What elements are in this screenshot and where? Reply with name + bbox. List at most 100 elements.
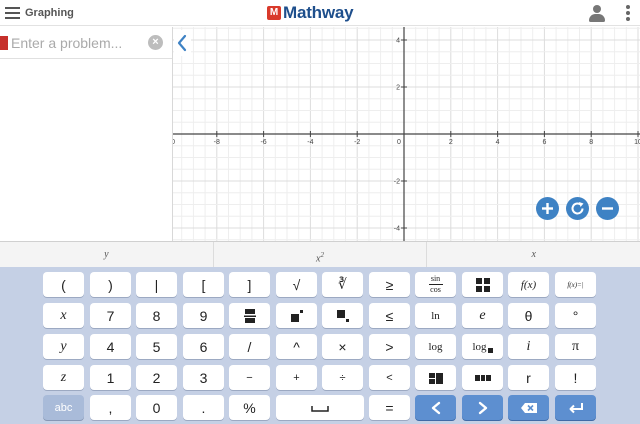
app-root: Graphing M Mathway × -10-8-6-4-202468104… [0,0,640,424]
tab-x[interactable]: x [427,242,640,267]
key-open-bracket[interactable]: [ [183,272,224,297]
key-9[interactable]: 9 [183,303,224,328]
key-caret[interactable]: ^ [276,334,317,359]
top-bar: Graphing M Mathway [0,0,640,26]
key-cursor-right[interactable] [462,395,503,420]
key-factorial[interactable]: ! [555,365,596,390]
key-0[interactable]: 0 [136,395,177,420]
x-tick-label: 4 [496,139,500,146]
key-sin-cos[interactable]: sin cos [415,272,456,297]
key-ellipsis-box[interactable] [462,365,503,390]
superscript-icon [290,309,303,322]
key-subscript[interactable] [322,303,363,328]
key-sqrt[interactable]: √ [276,272,317,297]
key-function-eval[interactable]: f(x)=| [555,272,596,297]
key-log-base[interactable]: log [462,334,503,359]
backspace-icon [520,402,537,413]
key-z[interactable]: z [43,365,84,390]
key-2[interactable]: 2 [136,365,177,390]
key-times[interactable]: × [322,334,363,359]
minus-icon [602,207,613,210]
logo-text: Mathway [283,3,354,22]
key-ln[interactable]: ln [415,303,456,328]
key-cbrt[interactable]: ∛ [322,272,363,297]
x-tick-label: -4 [307,139,313,146]
key-i[interactable]: i [508,334,549,359]
collapse-panel-button[interactable] [174,30,191,56]
key-log[interactable]: log [415,334,456,359]
key-equals[interactable]: = [369,395,410,420]
key-abc[interactable]: abc [43,395,84,420]
zoom-in-button[interactable] [536,197,559,220]
user-account-icon[interactable] [588,4,606,22]
key-gt[interactable]: > [369,334,410,359]
reset-view-button[interactable] [566,197,589,220]
right-arrow-icon [478,401,487,414]
active-problem-marker [0,36,8,50]
key-6[interactable]: 6 [183,334,224,359]
key-lt[interactable]: < [369,365,410,390]
key-4[interactable]: 4 [90,334,131,359]
math-keyboard: ( ) | [ ] √ ∛ ≥ sin cos f(x) f(x)=| x 7 8… [0,267,640,424]
key-x[interactable]: x [43,303,84,328]
key-divide[interactable]: ÷ [322,365,363,390]
key-1[interactable]: 1 [90,365,131,390]
key-le[interactable]: ≤ [369,303,410,328]
key-open-paren[interactable]: ( [43,272,84,297]
key-7[interactable]: 7 [90,303,131,328]
matrix-icon [475,277,490,292]
key-space[interactable] [276,395,364,420]
key-matrix[interactable] [462,272,503,297]
key-function[interactable]: f(x) [508,272,549,297]
key-5[interactable]: 5 [136,334,177,359]
zoom-controls [536,197,619,220]
x-tick-label: 0 [397,139,401,146]
chevron-left-icon [177,34,187,52]
clear-input-button[interactable]: × [148,35,163,50]
log-base-icon [487,347,493,353]
key-cursor-left[interactable] [415,395,456,420]
ellipsis-icon [474,374,491,381]
more-options-icon[interactable] [626,5,630,21]
plus-icon [542,203,553,214]
key-small-matrix[interactable] [415,365,456,390]
key-r[interactable]: r [508,365,549,390]
menu-icon[interactable] [5,7,20,19]
y-tick-label: -2 [394,179,400,186]
space-icon [311,405,329,412]
enter-icon [569,402,583,413]
key-slash[interactable]: / [229,334,270,359]
key-close-paren[interactable]: ) [90,272,131,297]
key-degree[interactable]: ° [555,303,596,328]
key-3[interactable]: 3 [183,365,224,390]
key-theta[interactable]: θ [508,303,549,328]
zoom-out-button[interactable] [596,197,619,220]
key-plus[interactable]: + [276,365,317,390]
key-e[interactable]: e [462,303,503,328]
key-pi[interactable]: π [555,334,596,359]
tab-x-squared[interactable]: x2 [214,242,428,267]
x-tick-label: -8 [214,139,220,146]
logo-badge: M [267,6,281,20]
key-enter[interactable] [555,395,596,420]
problem-input[interactable] [11,33,141,53]
matrix-small-icon [428,372,443,384]
tab-y[interactable]: y [0,242,214,267]
key-8[interactable]: 8 [136,303,177,328]
key-ge[interactable]: ≥ [369,272,410,297]
key-y[interactable]: y [43,334,84,359]
x-tick-label: 8 [589,139,593,146]
key-close-bracket[interactable]: ] [229,272,270,297]
key-minus[interactable]: − [229,365,270,390]
key-backspace[interactable] [508,395,549,420]
key-comma[interactable]: , [90,395,131,420]
key-superscript[interactable] [276,303,317,328]
y-tick-label: -4 [394,226,400,233]
key-dot[interactable]: . [183,395,224,420]
refresh-icon [571,202,584,215]
key-fraction[interactable] [229,303,270,328]
subscript-icon [336,309,349,322]
mathway-logo[interactable]: M Mathway [267,3,354,23]
key-percent[interactable]: % [229,395,270,420]
key-absolute[interactable]: | [136,272,177,297]
